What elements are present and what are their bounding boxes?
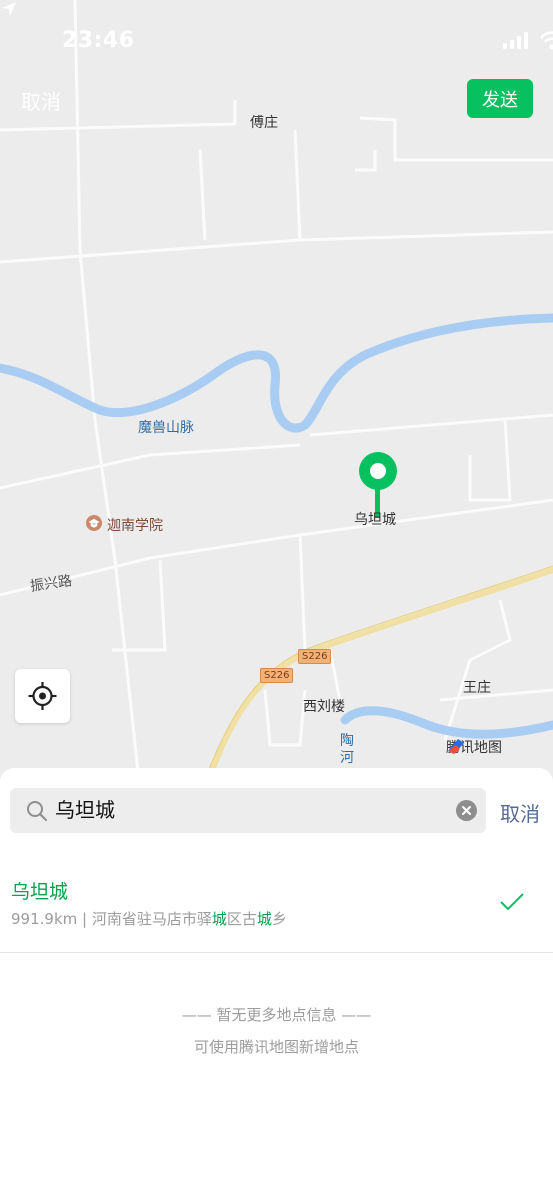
address-part: 区古 xyxy=(226,910,257,928)
map-label-tao-river: 陶河 xyxy=(340,733,354,766)
map-view[interactable]: 23:46 取消 发送 傅庄 魔兽山脉 迦南学院 振兴路 乌坦城 S226 S2… xyxy=(0,0,553,790)
add-place-link[interactable]: 可使用腾讯地图新增地点 xyxy=(194,1038,359,1056)
search-icon xyxy=(27,801,47,821)
map-label-xiliu-lou: 西刘楼 xyxy=(303,699,345,715)
map-label-wutan-city: 乌坦城 xyxy=(354,512,396,528)
highway-shield-s226: S226 xyxy=(260,668,294,683)
result-separator: | xyxy=(77,910,92,928)
locate-me-button[interactable] xyxy=(15,669,70,723)
signal-wifi-battery-icons xyxy=(503,31,553,50)
search-panel: 取消 乌坦城 991.9km | 河南省驻马店市驿城区古城乡 —— 暂无更多地点… xyxy=(0,768,553,1200)
address-highlight: 城 xyxy=(211,910,227,928)
close-icon xyxy=(462,806,471,815)
result-name: 乌坦城 xyxy=(11,881,69,903)
school-icon xyxy=(86,515,102,531)
send-button[interactable]: 发送 xyxy=(467,79,533,118)
crosshair-icon xyxy=(28,682,57,710)
cancel-search-button[interactable]: 取消 xyxy=(500,798,540,827)
address-part: 乡 xyxy=(271,910,287,928)
empty-state-hint[interactable]: 可使用腾讯地图新增地点 xyxy=(0,1036,553,1057)
address-highlight: 城 xyxy=(256,910,272,928)
cancel-button[interactable]: 取消 xyxy=(21,86,61,115)
search-box[interactable] xyxy=(10,788,486,833)
tencent-map-logo-icon xyxy=(448,739,464,754)
checkmark-icon xyxy=(500,893,524,911)
empty-state-title: —— 暂无更多地点信息 —— xyxy=(181,1006,372,1024)
clear-search-button[interactable] xyxy=(456,800,477,821)
highway-shield-s226: S226 xyxy=(298,649,332,664)
map-label-jianan-school: 迦南学院 xyxy=(107,518,163,534)
map-label-moshou-mountains: 魔兽山脉 xyxy=(138,420,194,436)
address-part: 河南省驻马店市驿 xyxy=(91,910,212,928)
map-label-fuzhuang: 傅庄 xyxy=(250,115,278,131)
status-bar: 23:46 xyxy=(0,0,553,80)
map-label-wangzhuang: 王庄 xyxy=(463,680,491,696)
search-input[interactable] xyxy=(55,788,435,833)
list-item[interactable]: 乌坦城 991.9km | 河南省驻马店市驿城区古城乡 xyxy=(0,864,553,953)
status-time: 23:46 xyxy=(62,28,135,53)
location-arrow-icon xyxy=(2,2,16,16)
map-watermark: 腾讯地图 xyxy=(446,737,502,757)
result-address: 991.9km | 河南省驻马店市驿城区古城乡 xyxy=(11,908,287,929)
result-distance: 991.9km xyxy=(11,910,78,928)
